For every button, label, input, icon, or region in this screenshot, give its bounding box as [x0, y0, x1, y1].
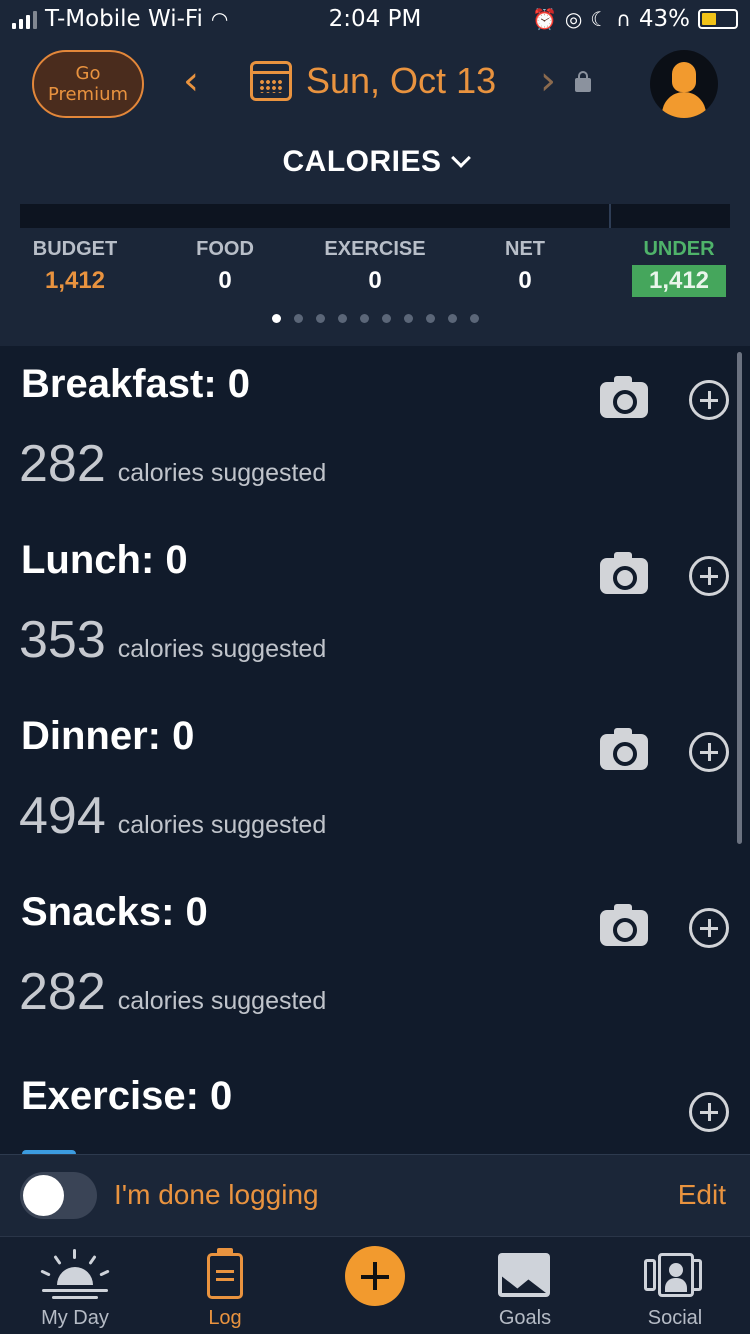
done-logging-toggle[interactable] [20, 1172, 97, 1219]
meal-list: Breakfast: 0 282 calories suggested Lunc… [0, 346, 750, 1154]
suggested-calories: 282 [19, 435, 106, 493]
page-indicator[interactable] [0, 314, 750, 323]
tab-log[interactable]: Log [150, 1237, 300, 1334]
alarm-icon: ⏰ [531, 7, 557, 31]
meal-title: Snacks: 0 [21, 890, 208, 934]
prev-day-arrow[interactable]: ‹ [183, 58, 199, 104]
chart-icon [498, 1253, 550, 1297]
camera-icon[interactable] [600, 904, 648, 946]
tab-label: Goals [498, 1307, 552, 1329]
budget-label: BUDGET [32, 238, 118, 260]
suggested-label: calories suggested [117, 987, 327, 1015]
suggested-calories: 494 [19, 787, 106, 845]
status-right: ⏰ ◎ ☾ ∩ 43% [532, 6, 738, 32]
under-label: UNDER [643, 238, 715, 260]
add-food-icon[interactable] [689, 732, 729, 772]
people-icon [644, 1253, 708, 1297]
page-dot[interactable] [381, 314, 391, 323]
suggested-label: calories suggested [117, 635, 327, 663]
battery-icon [698, 9, 738, 29]
tab-social[interactable]: Social [600, 1237, 750, 1334]
tab-my-day[interactable]: My Day [0, 1237, 150, 1334]
net-value: 0 [518, 267, 532, 294]
suggested-calories: 353 [19, 611, 106, 669]
page-dot[interactable] [293, 314, 303, 323]
add-food-icon[interactable] [689, 556, 729, 596]
food-label: FOOD [196, 238, 254, 260]
meal-title: Dinner: 0 [21, 714, 195, 758]
budget-marker [609, 204, 611, 228]
net-label: NET [505, 238, 545, 260]
camera-icon[interactable] [600, 728, 648, 770]
add-button[interactable] [345, 1246, 405, 1306]
rotation-lock-icon: ◎ [564, 7, 583, 31]
add-exercise-icon[interactable] [689, 1092, 729, 1132]
meal-suggestion: 494 calories suggested [19, 786, 326, 846]
go-premium-button[interactable]: Go Premium [32, 50, 144, 118]
stat-food: FOOD 0 [175, 238, 275, 295]
page-dot[interactable] [359, 314, 369, 323]
sunrise-icon [40, 1249, 110, 1303]
budget-value: 1,412 [44, 267, 106, 294]
next-day-arrow[interactable]: › [540, 58, 556, 104]
premium-line1: Go [75, 63, 101, 84]
battery-percent: 43% [638, 6, 690, 32]
calorie-summary: BUDGET 1,412 FOOD 0 EXERCISE 0 NET 0 UND… [0, 238, 750, 298]
calories-title: CALORIES [282, 145, 442, 178]
exercise-label: EXERCISE [324, 238, 426, 260]
premium-line2: Premium [47, 84, 129, 105]
camera-icon[interactable] [600, 552, 648, 594]
tab-label: Social [647, 1307, 703, 1329]
tab-goals[interactable]: Goals [450, 1237, 600, 1334]
tab-label: Log [208, 1307, 242, 1329]
page-dot[interactable] [315, 314, 325, 323]
page-dot[interactable] [271, 314, 281, 323]
meal-suggestion: 282 calories suggested [19, 434, 326, 494]
avatar[interactable] [650, 50, 718, 118]
stat-under: UNDER 1,412 [632, 238, 726, 297]
exercise-value: 0 [368, 267, 382, 294]
toggle-knob [23, 1175, 64, 1216]
calendar-icon [250, 61, 292, 101]
exercise-title: Exercise: 0 [21, 1074, 233, 1118]
food-value: 0 [218, 267, 232, 294]
add-food-icon[interactable] [689, 908, 729, 948]
headphones-icon: ∩ [616, 7, 631, 31]
suggested-label: calories suggested [117, 811, 327, 839]
camera-icon[interactable] [600, 376, 648, 418]
meal-title: Breakfast: 0 [21, 362, 251, 406]
page-dot[interactable] [337, 314, 347, 323]
date-label: Sun, Oct 13 [306, 60, 497, 101]
calorie-progress-bar [20, 204, 730, 228]
stat-budget: BUDGET 1,412 [20, 238, 130, 295]
stat-exercise: EXERCISE 0 [315, 238, 435, 295]
page-dot[interactable] [403, 314, 413, 323]
tab-label: My Day [41, 1307, 109, 1329]
done-logging-bar: I'm done logging Edit [0, 1154, 750, 1236]
page-dot[interactable] [425, 314, 435, 323]
tab-bar: My Day Log Goals Social [0, 1236, 750, 1334]
stat-net: NET 0 [480, 238, 570, 295]
done-logging-label: I'm done logging [114, 1179, 319, 1210]
suggested-label: calories suggested [117, 459, 327, 487]
moon-icon: ☾ [590, 7, 609, 31]
meal-title: Lunch: 0 [21, 538, 188, 582]
under-value: 1,412 [632, 265, 726, 297]
page-dot[interactable] [447, 314, 457, 323]
edit-button[interactable]: Edit [678, 1179, 726, 1211]
status-bar: T-Mobile Wi-Fi ◠ 2:04 PM ⏰ ◎ ☾ ∩ 43% [0, 0, 750, 40]
clipboard-icon [207, 1248, 243, 1299]
date-selector[interactable]: Sun, Oct 13 [250, 60, 496, 102]
meal-suggestion: 353 calories suggested [19, 610, 326, 670]
calories-dropdown[interactable]: CALORIES [0, 145, 750, 179]
add-food-icon[interactable] [689, 380, 729, 420]
scrollbar[interactable] [737, 352, 742, 844]
header: Go Premium ‹ Sun, Oct 13 › CALORIES BUDG… [0, 40, 750, 346]
page-dot[interactable] [469, 314, 479, 323]
lock-icon [575, 71, 591, 92]
suggested-calories: 282 [19, 963, 106, 1021]
meal-suggestion: 282 calories suggested [19, 962, 326, 1022]
chevron-down-icon [450, 148, 471, 168]
